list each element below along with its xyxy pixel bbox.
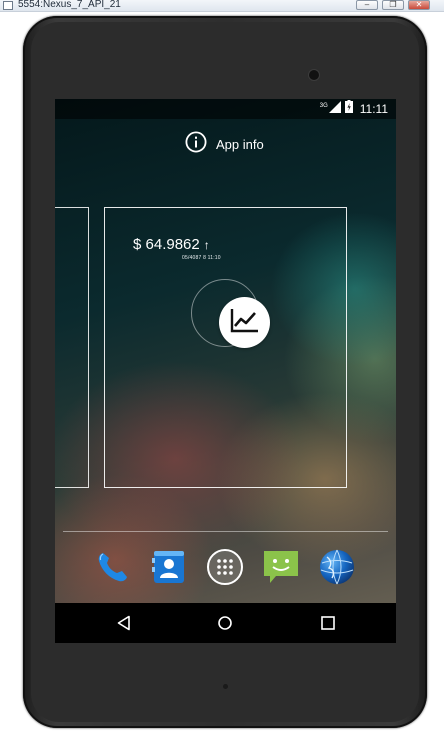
navigation-bar	[55, 603, 396, 643]
minimize-button[interactable]: –	[356, 0, 378, 10]
network-type-label: 3G	[319, 103, 328, 109]
back-icon[interactable]	[110, 611, 138, 635]
close-button[interactable]: ✕	[408, 0, 430, 10]
app-drawer-icon[interactable]	[205, 547, 245, 587]
adjacent-widget-frame[interactable]	[55, 207, 89, 488]
app-info-label: App info	[216, 136, 264, 152]
stock-chart-button[interactable]	[219, 297, 270, 348]
device-microphone	[223, 684, 228, 689]
restore-button[interactable]: ❐	[382, 0, 404, 10]
messaging-icon[interactable]	[261, 547, 301, 587]
signal-icon	[328, 100, 341, 118]
chart-line-icon	[230, 307, 260, 338]
stock-timestamp: 05/4087 8 11:10	[182, 255, 221, 261]
device-screen: 3G 11:11 App info $ 64.9862 ↑ 05/4087 8 …	[55, 99, 396, 643]
dock	[55, 545, 396, 593]
home-icon[interactable]	[211, 611, 239, 635]
emulator-window-icon	[3, 1, 13, 10]
status-clock: 11:11	[359, 102, 388, 116]
emulator-window-title: 5554:Nexus_7_API_21	[18, 0, 121, 10]
front-camera	[309, 70, 319, 80]
contacts-icon[interactable]	[149, 547, 189, 587]
emulator-window-titlebar: 5554:Nexus_7_API_21 – ❐ ✕	[0, 0, 444, 12]
recents-icon[interactable]	[314, 611, 342, 635]
phone-icon[interactable]	[93, 547, 133, 587]
stock-price: $ 64.9862 ↑	[133, 236, 210, 253]
status-icons: 3G 11:11	[319, 100, 388, 118]
trend-up-icon: ↑	[203, 238, 210, 252]
battery-charging-icon	[344, 100, 353, 118]
status-bar: 3G 11:11	[55, 99, 396, 119]
info-icon	[185, 130, 207, 158]
browser-globe-icon[interactable]	[317, 547, 357, 587]
app-info-button[interactable]: App info	[185, 130, 264, 158]
dock-divider	[63, 531, 388, 532]
stock-price-value: $ 64.9862	[133, 236, 200, 253]
